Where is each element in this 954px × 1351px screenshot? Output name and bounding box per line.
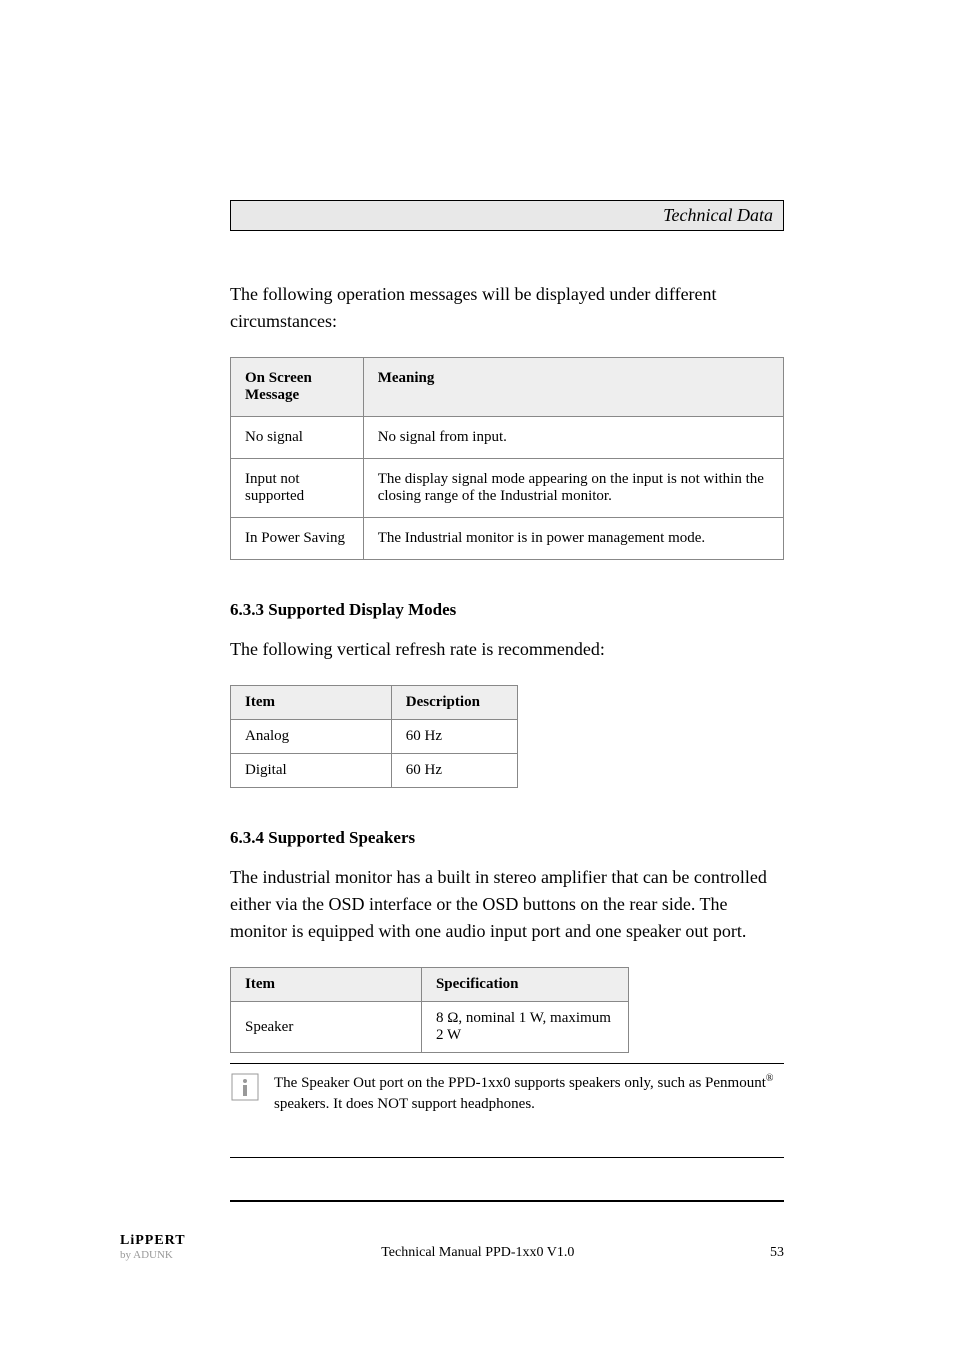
intro-text-2: The following vertical refresh rate is r… <box>230 636 784 663</box>
table-row: In Power Saving The Industrial monitor i… <box>231 518 784 560</box>
col-header-desc: Description <box>391 686 517 720</box>
msg-cell: No signal <box>231 417 364 459</box>
divider <box>230 1200 784 1202</box>
table-row: Speaker 8 Ω, nominal 1 W, maximum 2 W <box>231 1002 629 1053</box>
note-icon <box>230 1072 274 1107</box>
intro-text-3: The industrial monitor has a built in st… <box>230 864 784 945</box>
page-footer: LiPPERT by ADUNK Technical Manual PPD-1x… <box>0 1233 954 1261</box>
table-row: No signal No signal from input. <box>231 417 784 459</box>
meaning-cell: No signal from input. <box>363 417 783 459</box>
note-sup: ® <box>766 1073 774 1084</box>
intro-text-1: The following operation messages will be… <box>230 281 784 335</box>
footer-sub: by ADUNK <box>120 1249 186 1261</box>
note-block: The Speaker Out port on the PPD-1xx0 sup… <box>230 1063 784 1202</box>
msg-cell: In Power Saving <box>231 518 364 560</box>
table-header-row: Item Specification <box>231 968 629 1002</box>
item-cell: Speaker <box>231 1002 422 1053</box>
spec-cell: 8 Ω, nominal 1 W, maximum 2 W <box>421 1002 628 1053</box>
header-title: Technical Data <box>663 205 773 225</box>
desc-cell: 60 Hz <box>391 720 517 754</box>
footer-doc: Technical Manual PPD-1xx0 V1.0 <box>381 1245 574 1261</box>
table-header-row: On Screen Message Meaning <box>231 358 784 417</box>
col-header-item: Item <box>231 686 392 720</box>
note-prefix: The Speaker Out port on the PPD-1xx0 sup… <box>274 1075 766 1091</box>
footer-page: 53 <box>770 1245 784 1261</box>
section-heading-speakers: 6.3.4 Supported Speakers <box>230 828 784 848</box>
messages-table: On Screen Message Meaning No signal No s… <box>230 357 784 560</box>
divider <box>230 1157 784 1158</box>
col-header-spec: Specification <box>421 968 628 1002</box>
col-header-message: On Screen Message <box>231 358 364 417</box>
table-row: Digital 60 Hz <box>231 754 518 788</box>
meaning-cell: The Industrial monitor is in power manag… <box>363 518 783 560</box>
col-header-item: Item <box>231 968 422 1002</box>
meaning-cell: The display signal mode appearing on the… <box>363 459 783 518</box>
desc-cell: 60 Hz <box>391 754 517 788</box>
refresh-rate-table: Item Description Analog 60 Hz Digital 60… <box>230 685 518 788</box>
footer-logo: LiPPERT <box>120 1233 186 1249</box>
page-header: Technical Data <box>230 200 784 231</box>
table-header-row: Item Description <box>231 686 518 720</box>
speaker-table: Item Specification Speaker 8 Ω, nominal … <box>230 967 629 1053</box>
note-suffix: speakers. It does NOT support headphones… <box>274 1096 535 1112</box>
item-cell: Analog <box>231 720 392 754</box>
footer-left: LiPPERT by ADUNK <box>120 1233 186 1261</box>
section-heading-display-modes: 6.3.3 Supported Display Modes <box>230 600 784 620</box>
note-text: The Speaker Out port on the PPD-1xx0 sup… <box>274 1072 784 1115</box>
msg-cell: Input not supported <box>231 459 364 518</box>
table-row: Analog 60 Hz <box>231 720 518 754</box>
table-row: Input not supported The display signal m… <box>231 459 784 518</box>
col-header-meaning: Meaning <box>363 358 783 417</box>
item-cell: Digital <box>231 754 392 788</box>
